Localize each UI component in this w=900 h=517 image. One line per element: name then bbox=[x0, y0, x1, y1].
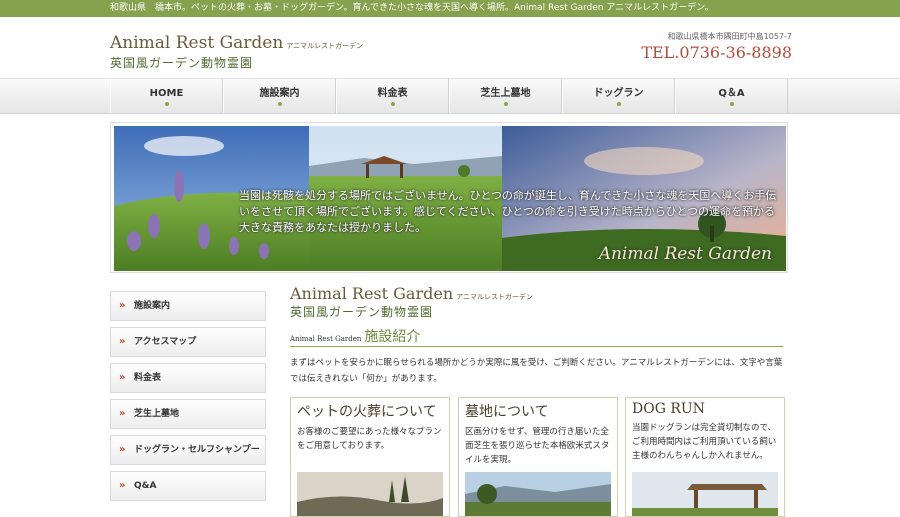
card-dogrun[interactable]: DOG RUN 当園ドッグランは完全貸切制なので、ご利用時間内はご利用頂いている… bbox=[625, 397, 785, 517]
main-logo-japanese: 英国風ガーデン動物霊園 bbox=[290, 305, 434, 319]
address: 和歌山県橋本市隅田町中島1057-7 bbox=[667, 32, 792, 41]
hero-message: 当園は死骸を処分する場所ではございません。ひとつの命が誕生し、育んできた小さな魂… bbox=[239, 189, 777, 234]
card-photo-image bbox=[297, 472, 443, 516]
logo-japanese: 英国風ガーデン動物霊園 bbox=[110, 56, 254, 70]
sidebar-item-access-map[interactable]: » アクセスマップ bbox=[110, 327, 266, 357]
main-content: Animal Rest Garden アニマルレストガーデン 英国風ガーデン動物霊… bbox=[290, 284, 785, 517]
section-title: 施設紹介 bbox=[364, 329, 421, 345]
nav-cemetery[interactable]: 芝生上墓地 bbox=[449, 79, 562, 113]
main-nav: HOME 施設案内 料金表 芝生上墓地 ドッグラン Q＆A bbox=[0, 78, 900, 114]
feature-cards: ペットの火葬について お客様のご要望にあった様々なプランをご用意しております。 … bbox=[290, 397, 785, 517]
card-title: ペットの火葬について bbox=[297, 404, 437, 420]
double-chevron-icon: » bbox=[119, 300, 126, 311]
main-logo-kana: アニマルレストガーデン bbox=[456, 293, 533, 301]
nav-dot-icon bbox=[616, 102, 621, 106]
nav-price[interactable]: 料金表 bbox=[336, 79, 449, 113]
logo-english: Animal Rest Garden bbox=[110, 33, 284, 53]
sidebar-item-dogrun[interactable]: » ドッグラン・セルフシャンプー bbox=[110, 435, 266, 465]
sidebar-item-facility[interactable]: » 施設案内 bbox=[110, 291, 266, 321]
card-body: 区画分けをせず、管理の行き届いた全面芝生を張り巡らせた本格欧米式スタイルを実現。 bbox=[465, 427, 610, 465]
hero-banner: 当園は死骸を処分する場所ではございません。ひとつの命が誕生し、育んできた小さな魂… bbox=[110, 122, 788, 273]
nav-dot-icon bbox=[164, 102, 169, 106]
card-body: お客様のご要望にあった様々なプランをご用意しております。 bbox=[297, 427, 442, 451]
nav-dot-icon bbox=[729, 102, 734, 106]
nav-dot-icon bbox=[390, 102, 395, 106]
nav-qa[interactable]: Q＆A bbox=[675, 79, 788, 113]
card-title: DOG RUN bbox=[632, 401, 705, 417]
nav-dot-icon bbox=[503, 102, 508, 106]
main-logo-english: Animal Rest Garden bbox=[290, 284, 454, 303]
hero-brand-logo: Animal Rest Garden bbox=[598, 244, 772, 264]
intro-text: まずはペットを安らかに眠らせられる場所かどうか実際に風を受け、ご判断ください。ア… bbox=[290, 358, 783, 384]
nav-dot-icon bbox=[277, 102, 282, 106]
nav-dogrun[interactable]: ドッグラン bbox=[562, 79, 675, 113]
card-photo-image bbox=[465, 472, 611, 516]
card-cremation[interactable]: ペットの火葬について お客様のご要望にあった様々なプランをご用意しております。 bbox=[290, 397, 450, 517]
nav-facility[interactable]: 施設案内 bbox=[223, 79, 336, 113]
section-heading: Animal Rest Garden 施設紹介 bbox=[290, 326, 783, 347]
site-logo[interactable]: Animal Rest Garden アニマルレストガーデン 英国風ガーデン動物霊… bbox=[110, 33, 363, 71]
card-cemetery[interactable]: 墓地について 区画分けをせず、管理の行き届いた全面芝生を張り巡らせた本格欧米式ス… bbox=[458, 397, 618, 517]
logo-kana: アニマルレストガーデン bbox=[286, 42, 364, 50]
card-body: 当園ドッグランは完全貸切制なので、ご利用時間内はご利用頂いている飼い主様のわんち… bbox=[632, 423, 777, 461]
nav-home[interactable]: HOME bbox=[110, 79, 223, 113]
sidebar-item-cemetery[interactable]: » 芝生上墓地 bbox=[110, 399, 266, 429]
sidebar-menu: » 施設案内 » アクセスマップ » 料金表 » 芝生上墓地 » ドッグラン・セルフシャン… bbox=[110, 291, 266, 507]
card-title: 墓地について bbox=[465, 404, 549, 420]
double-chevron-icon: » bbox=[119, 444, 126, 455]
section-subtitle: Animal Rest Garden bbox=[290, 335, 362, 343]
card-photo-image bbox=[632, 472, 778, 516]
top-banner: 和歌山県 橋本市。ペットの火葬・お墓・ドッグガーデン。育んできた小さな魂を天国へ… bbox=[0, 0, 900, 17]
double-chevron-icon: » bbox=[119, 336, 126, 347]
main-logo: Animal Rest Garden アニマルレストガーデン 英国風ガーデン動物霊… bbox=[290, 284, 785, 320]
double-chevron-icon: » bbox=[119, 480, 126, 491]
double-chevron-icon: » bbox=[119, 408, 126, 419]
top-banner-text: 和歌山県 橋本市。ペットの火葬・お墓・ドッグガーデン。育んできた小さな魂を天国へ… bbox=[110, 3, 714, 13]
phone-number: TEL.0736-36-8898 bbox=[641, 43, 792, 62]
sidebar-item-price[interactable]: » 料金表 bbox=[110, 363, 266, 393]
sidebar-item-qa[interactable]: » Q&A bbox=[110, 471, 266, 501]
double-chevron-icon: » bbox=[119, 372, 126, 383]
